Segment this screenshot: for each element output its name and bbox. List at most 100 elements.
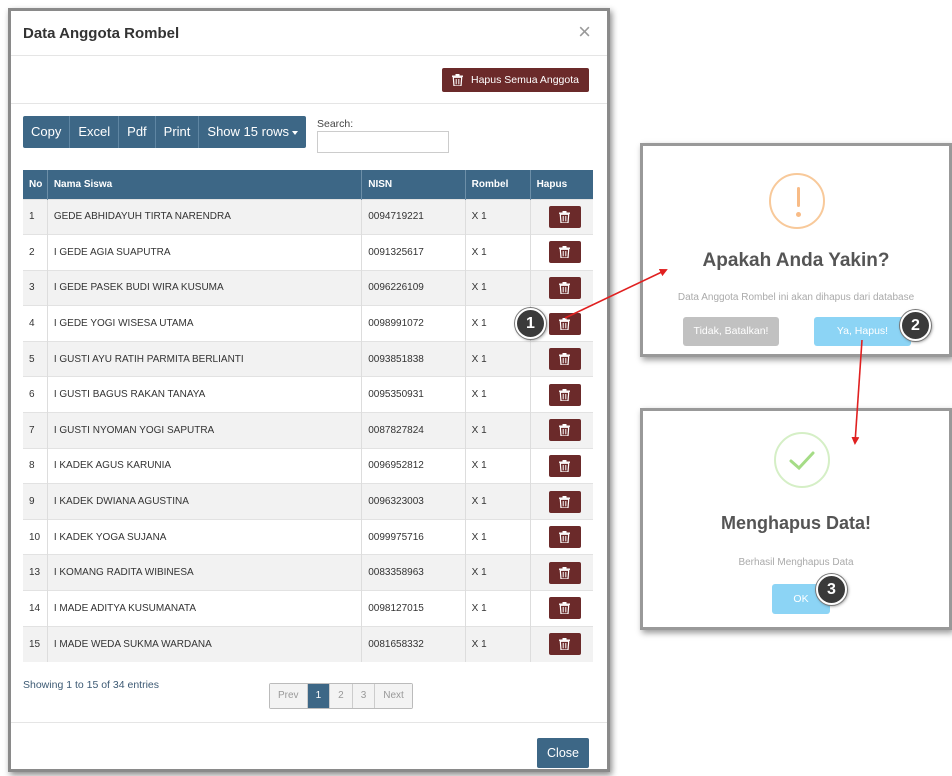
delete-row-button[interactable] [548,561,581,584]
pdf-button[interactable]: Pdf [119,116,156,148]
cell-nisn: 0096226109 [361,269,466,306]
table-row: 3I GEDE PASEK BUDI WIRA KUSUMA 0096226109… [23,269,593,306]
cell-rombel: X 1 [465,269,531,306]
cell-hapus [530,554,593,591]
table-row: 13 I KOMANG RADITA WIBINESA 0083358963 X 1 [23,554,593,591]
search-label: Search: [317,118,354,130]
cell-no: 6 [23,376,48,413]
toolbar-divider [11,103,607,104]
success-title: Menghapus Data! [720,513,871,533]
cell-no: 4 [23,305,48,342]
cell-rombel: X 1 [465,483,531,520]
close-icon[interactable]: × [578,21,591,43]
cell-rombel: X 1 [465,234,531,271]
table-header-row: No Nama Siswa NISN Rombel Hapus [23,170,593,199]
cell-hapus [530,340,593,377]
confirm-delete-button[interactable]: Ya, Hapus! [814,317,911,346]
trash-icon [559,317,571,330]
members-table: No Nama Siswa NISN Rombel Hapus 1 GEDE AB… [23,170,593,662]
cell-nisn: 0098991072 [361,305,466,342]
cell-nama-siswa: I GUSTI NYOMAN YOGI SAPUTRA [47,412,363,449]
cell-no: 2 [23,234,48,271]
table-row: 6I GUSTI BAGUS RAKAN TANAYA 0095350931 X 1 [23,376,593,413]
trash-icon [559,602,571,615]
success-text: Berhasil Menghapus Data [738,557,854,568]
trash-icon [559,531,571,544]
delete-row-button[interactable] [548,312,581,335]
cell-hapus [530,269,593,306]
delete-row-button[interactable] [548,490,581,513]
cell-nisn: 0081658332 [361,625,466,662]
cell-no: 5 [23,340,48,377]
copy-button[interactable]: Copy [23,116,71,148]
cell-no: 15 [23,625,48,662]
cell-hapus [530,625,593,662]
header-divider [11,55,607,56]
column-header-no[interactable]: No [23,170,48,199]
cell-rombel: X 1 [465,518,531,555]
cell-rombel: X 1 [465,412,531,449]
check-icon [774,432,830,488]
page-1-button[interactable]: 1 [307,684,331,708]
delete-row-button[interactable] [548,633,581,656]
step-marker-3: 3 [816,574,847,605]
cell-nisn: 0096952812 [361,447,466,484]
cell-nisn: 0095350931 [361,376,466,413]
cell-rombel: X 1 [465,625,531,662]
cell-no: 1 [23,198,48,235]
delete-row-button[interactable] [548,241,581,264]
table-row: 5I GUSTI AYU RATIH PARMITA BERLIANTI 0093… [23,340,593,377]
cell-nama-siswa: GEDE ABHIDAYUH TIRTA NARENDRA [47,198,363,235]
delete-row-button[interactable] [548,419,581,442]
cell-no: 9 [23,483,48,520]
delete-row-button[interactable] [548,276,581,299]
search-input[interactable] [317,131,449,153]
delete-row-button[interactable] [548,454,581,477]
cell-no: 14 [23,590,48,627]
close-button[interactable]: Close [537,738,589,768]
trash-icon [452,74,463,86]
table-row: 10 I KADEK YOGA SUJANA 0099975716 X 1 [23,518,593,555]
cell-no: 8 [23,447,48,484]
delete-all-label: Hapus Semua Anggota [471,74,579,86]
page-2-button[interactable]: 2 [330,684,353,708]
page-3-button[interactable]: 3 [352,684,376,708]
delete-row-button[interactable] [548,383,581,406]
trash-icon [559,566,571,579]
cell-hapus [530,590,593,627]
cell-nisn: 0087827824 [361,412,466,449]
column-header-nisn[interactable]: NISN [361,170,466,199]
column-header-rombel[interactable]: Rombel [465,170,531,199]
delete-row-button[interactable] [548,597,581,620]
cell-no: 13 [23,554,48,591]
show-rows-label: Show 15 rows [207,124,290,139]
warning-icon [769,173,825,229]
delete-row-button[interactable] [548,526,581,549]
next-page-button[interactable]: Next [375,684,412,708]
trash-icon [559,459,571,472]
show-rows-button[interactable]: Show 15 rows [199,116,307,148]
delete-all-members-button[interactable]: Hapus Semua Anggota [442,68,589,92]
cell-nama-siswa: I GUSTI BAGUS RAKAN TANAYA [47,376,363,413]
cell-nama-siswa: I GEDE AGIA SUAPUTRA [47,234,363,271]
cell-rombel: X 1 [465,554,531,591]
success-dialog: Menghapus Data! Berhasil Menghapus Data … [640,408,952,630]
table-row: 14 I MADE ADITYA KUSUMANATA 0098127015 X 1 [23,590,593,627]
table-row: 15 I MADE WEDA SUKMA WARDANA 0081658332 X 1 [23,625,593,662]
excel-button[interactable]: Excel [70,116,120,148]
cell-no: 3 [23,269,48,306]
pagination: Prev 1 2 3 Next [269,683,413,709]
prev-page-button[interactable]: Prev [270,684,308,708]
table-row: 1 GEDE ABHIDAYUH TIRTA NARENDRA 0094719221… [23,198,593,235]
delete-row-button[interactable] [548,348,581,371]
column-header-nama-siswa[interactable]: Nama Siswa [47,170,363,199]
delete-row-button[interactable] [548,205,581,228]
cell-nama-siswa: I GUSTI AYU RATIH PARMITA BERLIANTI [47,340,363,377]
table-row: 8I KADEK AGUS KARUNIA 0096952812 X 1 [23,447,593,484]
print-button[interactable]: Print [155,116,200,148]
step-marker-1: 1 [515,308,546,339]
column-header-hapus: Hapus [530,170,593,199]
cancel-button[interactable]: Tidak, Batalkan! [683,317,779,346]
cell-nama-siswa: I KADEK AGUS KARUNIA [47,447,363,484]
data-anggota-modal: Data Anggota Rombel × Hapus Semua Anggot… [8,8,610,772]
